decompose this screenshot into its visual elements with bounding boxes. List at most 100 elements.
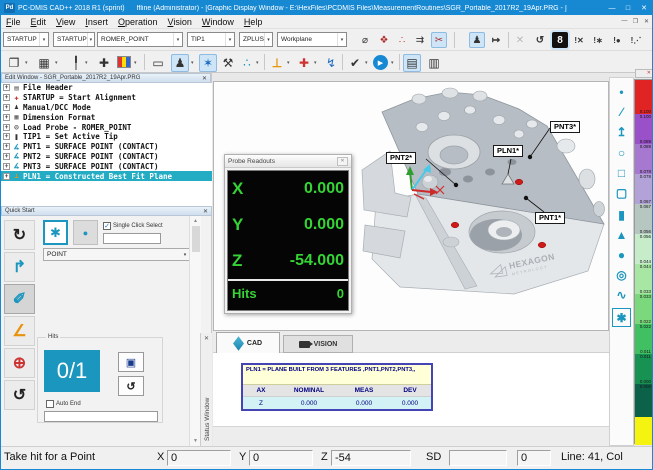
- view-orientation-icon[interactable]: ❐: [5, 54, 23, 72]
- chevron-down-icon[interactable]: ▾: [25, 60, 28, 66]
- erase-hit-icon[interactable]: ↺: [532, 32, 548, 48]
- probe-readout-icon[interactable]: ▤: [403, 54, 421, 72]
- maximize-button[interactable]: □: [620, 1, 636, 15]
- close-icon[interactable]: ✕: [201, 335, 212, 342]
- wand-icon[interactable]: ✶: [199, 54, 217, 72]
- line-icon[interactable]: ∕: [612, 102, 631, 121]
- feature-label-pnt2[interactable]: PNT2*: [386, 152, 416, 164]
- chevron-down-icon[interactable]: ▾: [314, 60, 317, 66]
- point-feature-button[interactable]: ●: [73, 220, 98, 245]
- expand-icon[interactable]: +: [3, 84, 10, 91]
- expand-icon[interactable]: +: [3, 114, 10, 121]
- target-tool[interactable]: ⊕: [4, 348, 35, 378]
- close-button[interactable]: ✕: [636, 1, 652, 15]
- gage-icon[interactable]: ▥: [425, 54, 443, 72]
- dimension-tool[interactable]: ✐: [4, 284, 35, 314]
- comment-icon[interactable]: ▭: [149, 54, 167, 72]
- alignment-dropdown[interactable]: STARTUP▾: [3, 32, 49, 47]
- hit-star-icon[interactable]: !✕: [571, 32, 587, 48]
- cone-icon[interactable]: ▲: [612, 225, 631, 244]
- auto-end-checkbox[interactable]: ✓ Auto End: [46, 400, 81, 408]
- feature-type-dropdown[interactable]: POINT▾: [43, 248, 191, 261]
- hit-dots-icon[interactable]: !⋰: [628, 32, 644, 48]
- chevron-down-icon[interactable]: ▾: [256, 60, 259, 66]
- feature-label-pln1[interactable]: PLN1*: [493, 145, 523, 157]
- status-window-strip[interactable]: ✕ Status Window: [200, 333, 212, 446]
- expand-icon[interactable]: +: [3, 104, 10, 111]
- guess-mode-icon[interactable]: ♟: [171, 54, 189, 72]
- scroll-up-icon[interactable]: ▲: [190, 216, 201, 224]
- expand-icon[interactable]: +: [3, 124, 10, 131]
- delete-hits-icon[interactable]: ❖: [376, 32, 392, 48]
- expand-icon[interactable]: +: [3, 143, 10, 150]
- circle-icon[interactable]: ○: [612, 143, 631, 162]
- tip-dropdown[interactable]: TIP1▾: [187, 32, 235, 47]
- menu-window[interactable]: Window: [197, 17, 239, 27]
- trim-points-icon[interactable]: ✂: [431, 32, 447, 48]
- execute-check-icon[interactable]: ✔: [346, 54, 364, 72]
- auto-feature-button[interactable]: ✱: [43, 220, 68, 245]
- cylinder-icon[interactable]: ▮: [612, 205, 631, 224]
- checkbox-unchecked-icon[interactable]: ✓: [46, 400, 54, 408]
- checkbox-checked-icon[interactable]: ✓: [103, 222, 111, 230]
- quickstart-arrow-icon[interactable]: ↯: [322, 54, 340, 72]
- play-icon[interactable]: ▶: [373, 55, 388, 70]
- tab-cad[interactable]: CAD: [216, 332, 280, 353]
- point-icon[interactable]: •: [612, 82, 631, 101]
- auto-feature-icon[interactable]: ✱: [612, 308, 631, 327]
- readout-display-icon[interactable]: 8: [552, 32, 568, 48]
- docked-panel-header[interactable]: ✕: [635, 69, 653, 78]
- mdi-restore-icon[interactable]: ❐: [630, 18, 641, 25]
- probe-dropdown[interactable]: ROMER_POINT▾: [97, 32, 183, 47]
- redo-button[interactable]: ↺: [118, 376, 144, 396]
- vector-point-icon[interactable]: ↥: [612, 122, 631, 141]
- tree-item-pnt1[interactable]: +∡PNT1 = SURFACE POINT (CONTACT): [1, 142, 212, 152]
- chevron-down-icon[interactable]: ▾: [85, 60, 88, 66]
- scroll-thumb[interactable]: [192, 226, 200, 252]
- mdi-minimize-icon[interactable]: —: [619, 18, 630, 25]
- probe-readouts-window[interactable]: Probe Readouts ✕ X0.000 Y0.000 Z-54.000 …: [224, 154, 352, 314]
- save-button[interactable]: ▣: [118, 352, 144, 372]
- single-click-select[interactable]: ✓ Single Click Select: [103, 222, 163, 230]
- mdi-close-icon[interactable]: ✕: [641, 18, 652, 25]
- probe-mode-icon[interactable]: ╿: [67, 54, 85, 72]
- probe-compensation-icon[interactable]: ⌀: [357, 32, 373, 48]
- hammer-icon[interactable]: ⚒: [219, 54, 237, 72]
- tab-vision[interactable]: VISION: [283, 335, 353, 353]
- chevron-down-icon[interactable]: ▾: [55, 60, 58, 66]
- sphere-icon[interactable]: ●: [612, 245, 631, 264]
- probe-readouts-header[interactable]: Probe Readouts ✕: [225, 155, 351, 168]
- end-measure-icon[interactable]: ↦: [488, 32, 504, 48]
- pan-icon[interactable]: ✚: [95, 54, 113, 72]
- slot-icon[interactable]: ▢: [612, 183, 631, 202]
- feature-label-pnt1[interactable]: PNT1*: [535, 212, 565, 224]
- probe-mode-tool[interactable]: ↻: [4, 220, 35, 250]
- surface-point-icon[interactable]: ⊥: [268, 54, 286, 72]
- chevron-down-icon[interactable]: ▾: [391, 60, 394, 66]
- wireframe-view-icon[interactable]: ▦: [35, 54, 53, 72]
- tree-item-load-probe[interactable]: +◎Load Probe - ROMER_POINT: [1, 122, 212, 132]
- expand-icon[interactable]: +: [3, 173, 10, 180]
- expand-icon[interactable]: +: [3, 153, 10, 160]
- feature-label-pnt3[interactable]: PNT3*: [550, 121, 580, 133]
- menu-insert[interactable]: Insert: [80, 17, 113, 27]
- chevron-down-icon[interactable]: ▾: [134, 60, 137, 66]
- palette-icon[interactable]: [117, 56, 131, 68]
- tree-item-pln1-selected[interactable]: +⊥PLN1 = Constructed Best Fit Plane: [1, 171, 212, 181]
- expand-icon[interactable]: +: [3, 133, 10, 140]
- dimension-report-table[interactable]: PLN1 = PLANE BUILT FROM 3 FEATURES ,PNT1…: [241, 363, 433, 411]
- command-input[interactable]: [44, 411, 158, 422]
- tree-item-tip1[interactable]: +❚TIP1 = Set Active Tip: [1, 132, 212, 142]
- workplane-dropdown[interactable]: Workplane▾: [277, 32, 347, 47]
- tree-item-file-header[interactable]: +▤File Header: [1, 83, 212, 93]
- tree-item-pnt3[interactable]: +∡PNT3 = SURFACE POINT (CONTACT): [1, 161, 212, 171]
- close-icon[interactable]: ✕: [203, 208, 208, 215]
- square-icon[interactable]: □: [612, 163, 631, 182]
- close-icon[interactable]: ✕: [337, 157, 348, 166]
- hit-point-icon[interactable]: !●: [609, 32, 625, 48]
- graphic-display-window[interactable]: HEXAGON METROLOGY: [213, 81, 609, 331]
- tree-item-startup[interactable]: +✚STARTUP = Start Alignment: [1, 93, 212, 103]
- workplane-axis-dropdown[interactable]: ZPLUS▾: [239, 32, 273, 47]
- expand-icon[interactable]: +: [3, 163, 10, 170]
- take-hit-icon[interactable]: ♟: [469, 32, 485, 48]
